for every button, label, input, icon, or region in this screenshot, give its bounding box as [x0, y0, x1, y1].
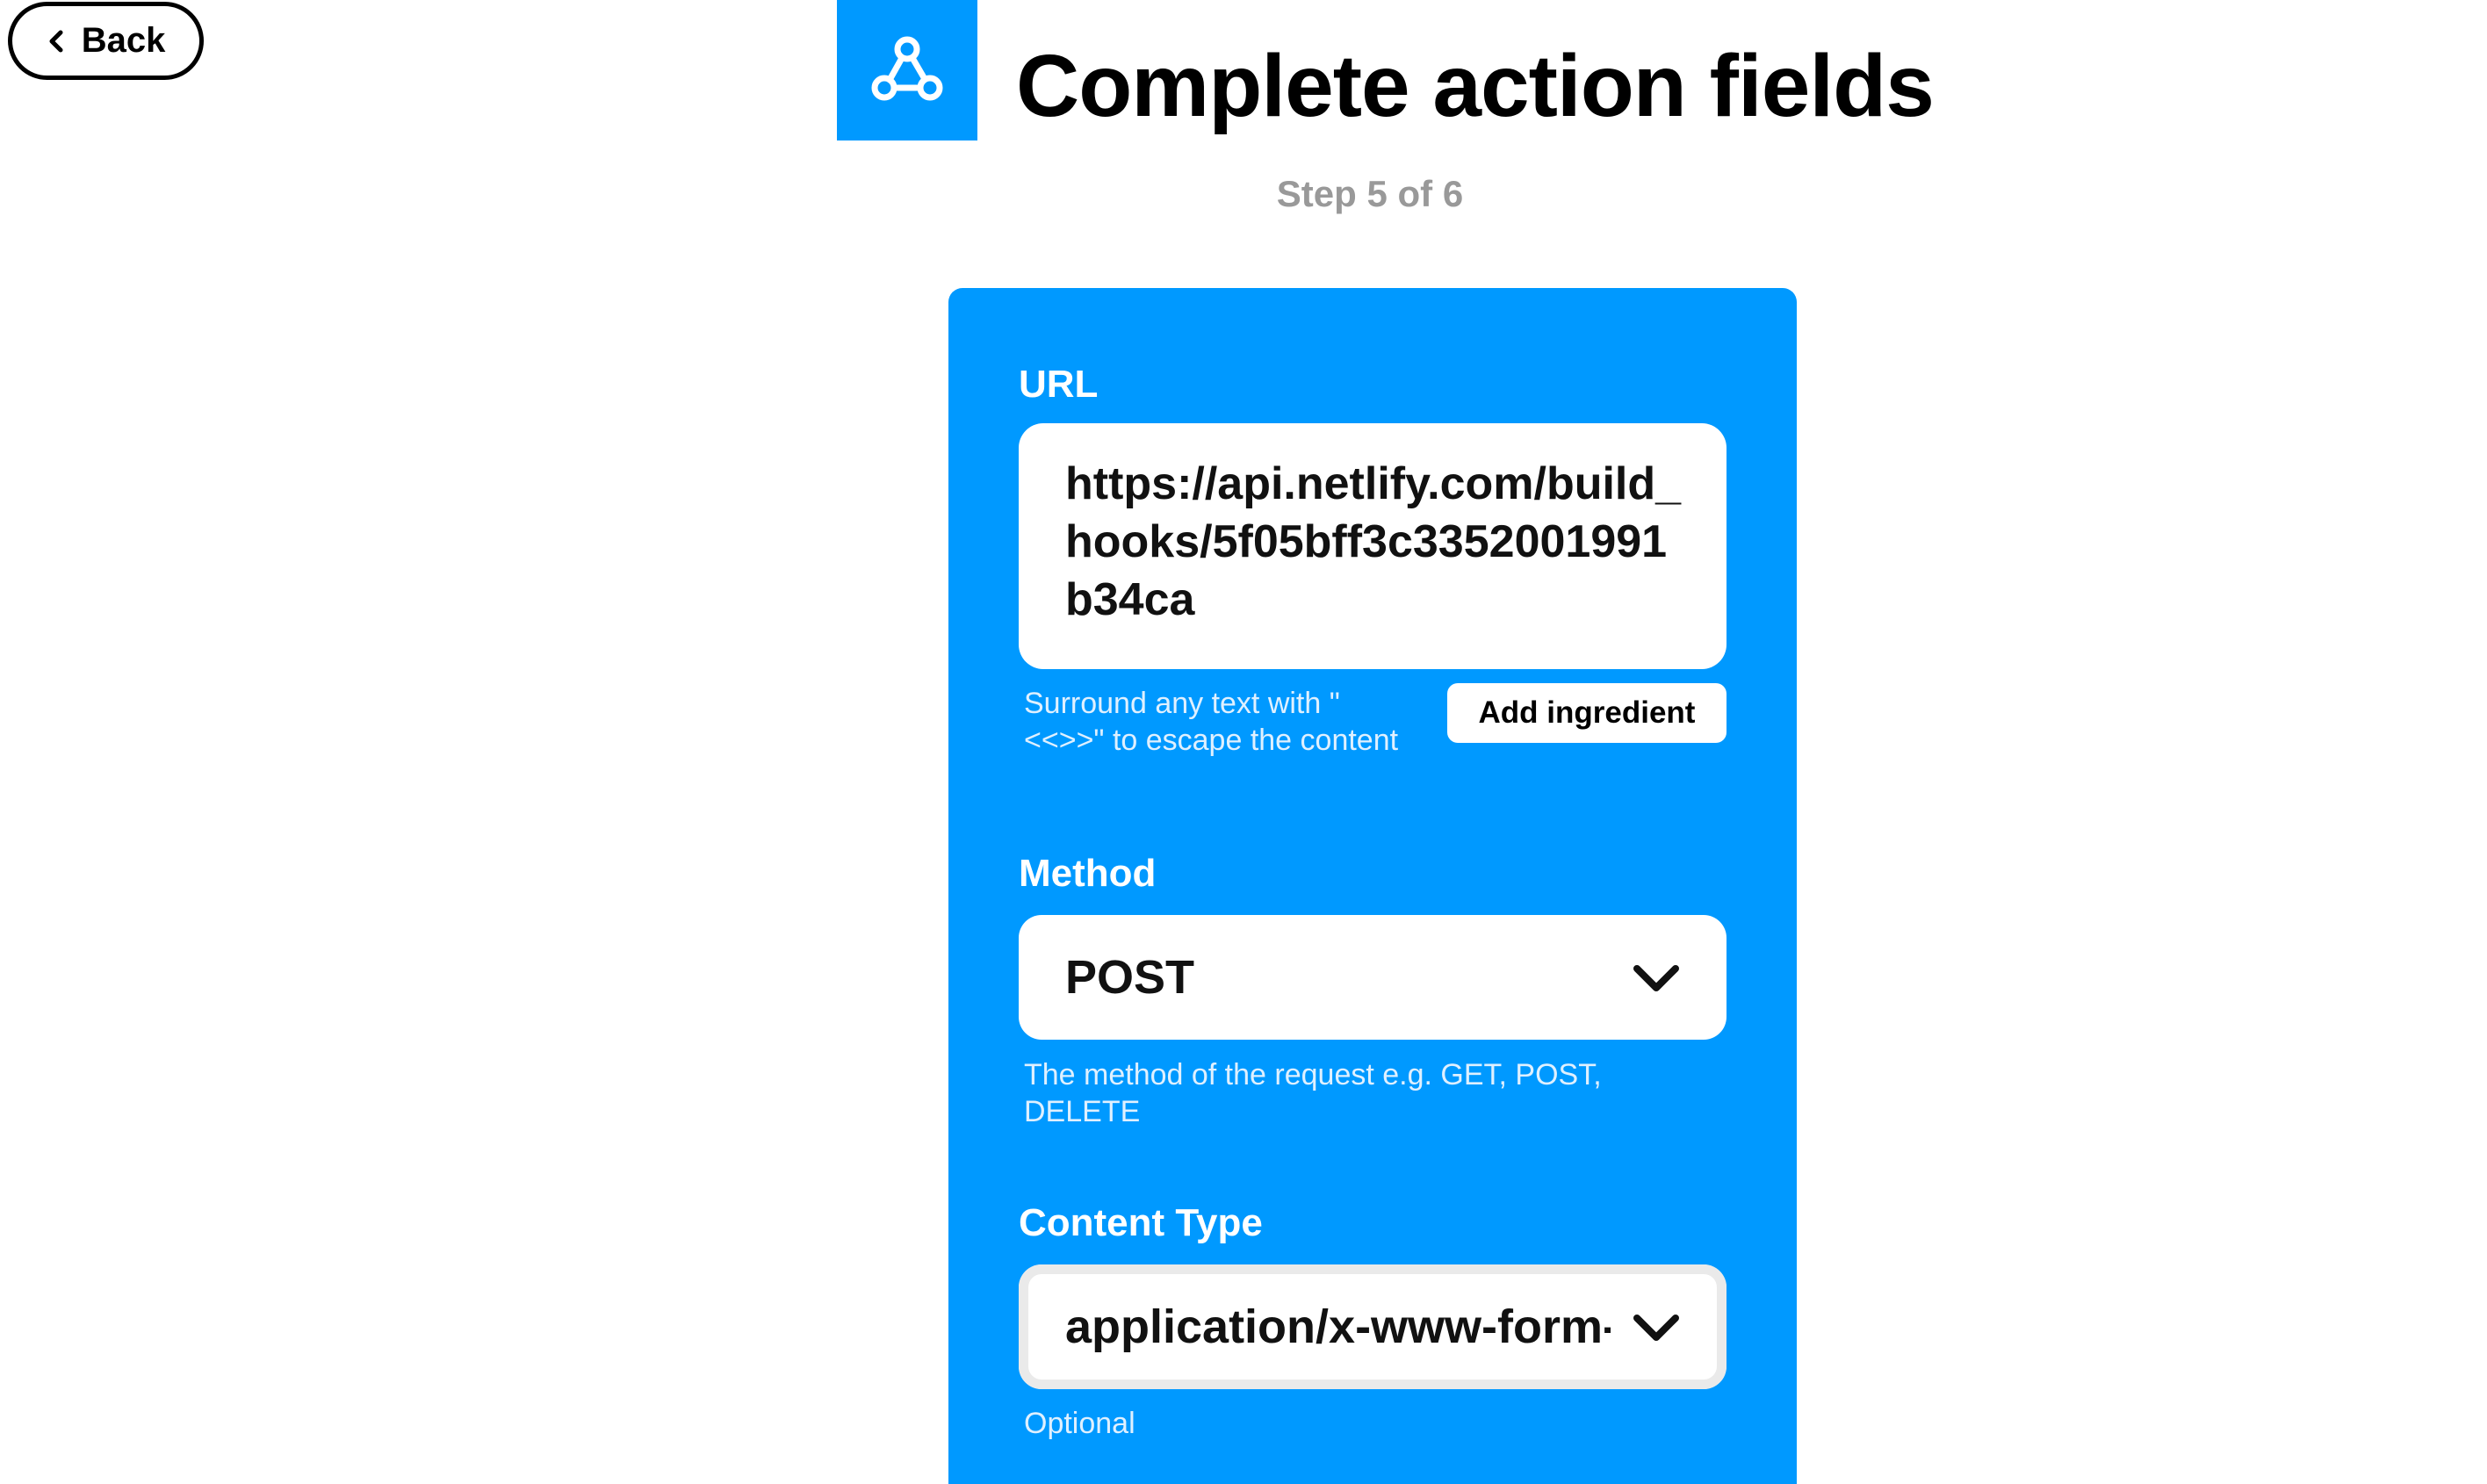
method-hint: The method of the request e.g. GET, POST…: [1024, 1058, 1602, 1128]
chevron-left-icon: [49, 30, 63, 52]
method-label: Method: [1019, 852, 1157, 895]
url-input[interactable]: https://api.netlify.com/build_hooks/5f05…: [1019, 423, 1726, 669]
content-type-select[interactable]: application/x-www-form-urlencoded: [1019, 1264, 1726, 1389]
back-label: Back: [81, 21, 166, 60]
chevron-down-icon: [1633, 965, 1679, 991]
page: Back Complete action fields Step 5 of 6 …: [0, 0, 2487, 1484]
url-label: URL: [1019, 363, 1099, 406]
add-ingredient-button[interactable]: Add ingredient: [1447, 683, 1726, 743]
step-indicator: Step 5 of 6: [1276, 173, 1464, 214]
url-hint: Surround any text with "<<>>" to escape …: [1024, 687, 1399, 757]
page-title: Complete action fields: [1016, 37, 1935, 135]
webhooks-icon: [837, 0, 977, 140]
action-fields-card: URL https://api.netlify.com/build_hooks/…: [948, 288, 1797, 1484]
content-type-label: Content Type: [1019, 1201, 1263, 1244]
chevron-down-icon: [1633, 1315, 1679, 1341]
content-type-hint: Optional: [1024, 1407, 1135, 1440]
method-select[interactable]: POST: [1019, 915, 1726, 1040]
content-type-value: application/x-www-form-urlencoded: [1065, 1300, 1611, 1353]
back-button[interactable]: Back: [8, 2, 204, 80]
method-value: POST: [1065, 951, 1195, 1004]
